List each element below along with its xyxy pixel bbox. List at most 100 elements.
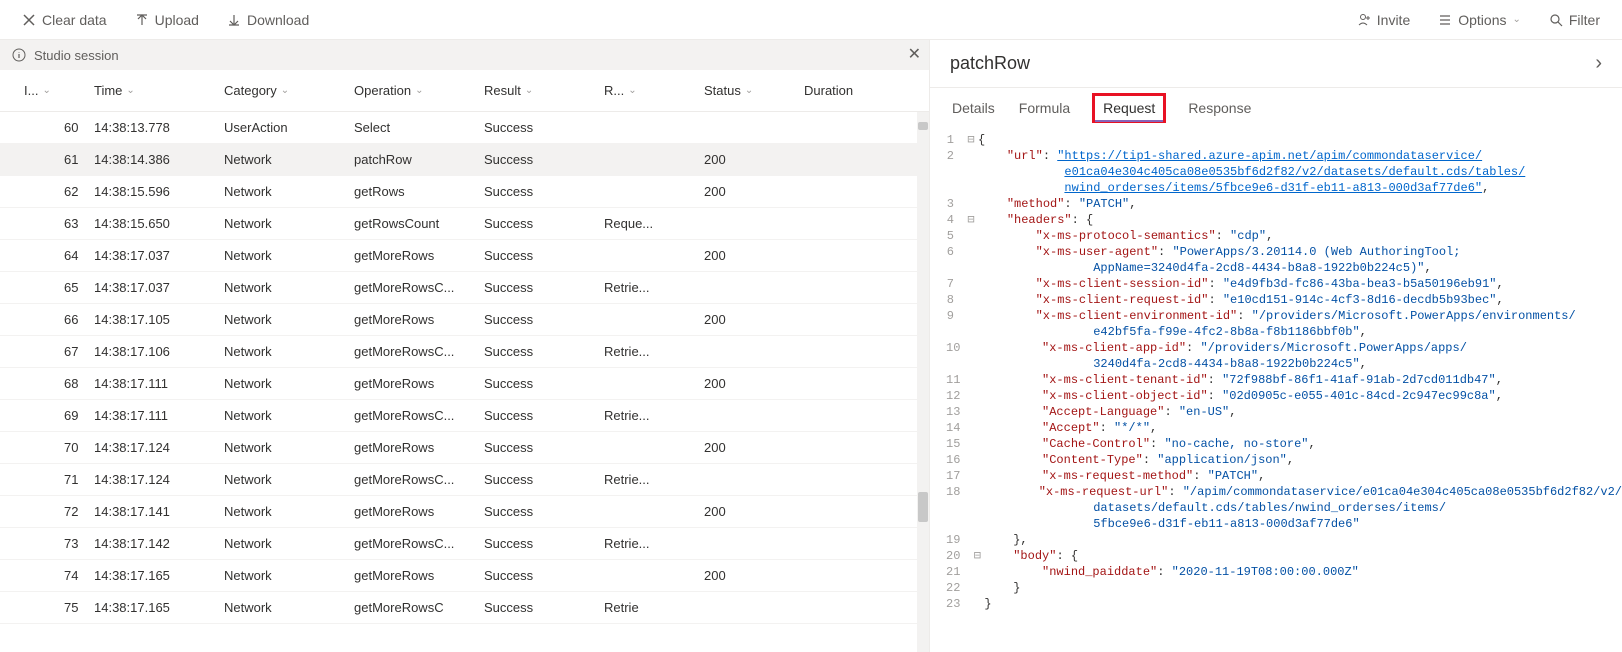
upload-icon	[135, 13, 149, 27]
detail-tabs: Details Formula Request Response	[930, 88, 1622, 128]
cell: 62	[24, 184, 94, 199]
code-line: 10 "x-ms-client-app-id": "/providers/Mic…	[930, 340, 1622, 356]
table-row[interactable]: 6214:38:15.596NetworkgetRowsSuccess200	[0, 176, 929, 208]
table-row[interactable]: 6014:38:13.778UserActionSelectSuccess	[0, 112, 929, 144]
scrollbar-thumb[interactable]	[918, 122, 928, 130]
table-row[interactable]: 6114:38:14.386NetworkpatchRowSuccess200	[0, 144, 929, 176]
upload-button[interactable]: Upload	[129, 8, 205, 32]
code-line: 3240d4fa-2cd8-4434-b8a8-1922b0b224c5",	[930, 356, 1622, 372]
cell: 14:38:17.037	[94, 280, 224, 295]
tab-request[interactable]: Request	[1092, 93, 1166, 123]
code-line: 5fbce9e6-d31f-eb11-a813-000d3af77de6"	[930, 516, 1622, 532]
cell: Network	[224, 376, 354, 391]
cell: 67	[24, 344, 94, 359]
table-row[interactable]: 6514:38:17.037NetworkgetMoreRowsC...Succ…	[0, 272, 929, 304]
cell: Network	[224, 280, 354, 295]
cell: getMoreRows	[354, 504, 484, 519]
column-status[interactable]: Status⌄	[704, 83, 804, 98]
tab-formula[interactable]: Formula	[1017, 92, 1072, 124]
cell: 60	[24, 120, 94, 135]
cell: Network	[224, 536, 354, 551]
cell: Retrie...	[604, 472, 704, 487]
code-line: 15 "Cache-Control": "no-cache, no-store"…	[930, 436, 1622, 452]
code-line: 5 "x-ms-protocol-semantics": "cdp",	[930, 228, 1622, 244]
table-row[interactable]: 7014:38:17.124NetworkgetMoreRowsSuccess2…	[0, 432, 929, 464]
cell: 14:38:17.111	[94, 408, 224, 423]
cell: 200	[704, 248, 804, 263]
cell: Success	[484, 472, 604, 487]
code-line: 7 "x-ms-client-session-id": "e4d9fb3d-fc…	[930, 276, 1622, 292]
download-button[interactable]: Download	[221, 8, 315, 32]
chevron-down-icon: ⌄	[628, 85, 636, 96]
cell: 61	[24, 152, 94, 167]
invite-button[interactable]: Invite	[1351, 8, 1416, 32]
clear-data-button[interactable]: Clear data	[16, 8, 113, 32]
cell: Network	[224, 472, 354, 487]
cell: Network	[224, 344, 354, 359]
table-row[interactable]: 6714:38:17.106NetworkgetMoreRowsC...Succ…	[0, 336, 929, 368]
chevron-down-icon: ⌄	[126, 85, 134, 96]
cell: getMoreRowsC...	[354, 536, 484, 551]
cell: 200	[704, 440, 804, 455]
code-line: 4⊟ "headers": {	[930, 212, 1622, 228]
cell: getMoreRowsC	[354, 600, 484, 615]
cell: 14:38:17.037	[94, 248, 224, 263]
cell: Retrie...	[604, 408, 704, 423]
cell: 14:38:15.650	[94, 216, 224, 231]
code-viewer[interactable]: 1⊟{2 "url": "https://tip1-shared.azure-a…	[930, 128, 1622, 652]
list-icon	[1438, 13, 1452, 27]
column-id[interactable]: I...⌄	[24, 83, 94, 98]
column-operation[interactable]: Operation⌄	[354, 83, 484, 98]
close-icon	[22, 13, 36, 27]
close-session-button[interactable]: ✕	[908, 44, 921, 64]
cell: Reque...	[604, 216, 704, 231]
table-row[interactable]: 6614:38:17.105NetworkgetMoreRowsSuccess2…	[0, 304, 929, 336]
table-row[interactable]: 7414:38:17.165NetworkgetMoreRowsSuccess2…	[0, 560, 929, 592]
code-line: AppName=3240d4fa-2cd8-4434-b8a8-1922b0b2…	[930, 260, 1622, 276]
cell: 63	[24, 216, 94, 231]
cell: getRows	[354, 184, 484, 199]
scrollbar-thumb[interactable]	[918, 492, 928, 522]
options-button[interactable]: Options ⌄	[1432, 8, 1527, 32]
cell: getRowsCount	[354, 216, 484, 231]
column-result[interactable]: Result⌄	[484, 83, 604, 98]
table-header: I...⌄ Time⌄ Category⌄ Operation⌄ Result⌄…	[0, 70, 929, 112]
table-row[interactable]: 7514:38:17.165NetworkgetMoreRowsCSuccess…	[0, 592, 929, 624]
code-line: 3 "method": "PATCH",	[930, 196, 1622, 212]
cell: 200	[704, 152, 804, 167]
cell: 200	[704, 184, 804, 199]
table-row[interactable]: 6914:38:17.111NetworkgetMoreRowsC...Succ…	[0, 400, 929, 432]
table-row[interactable]: 6414:38:17.037NetworkgetMoreRowsSuccess2…	[0, 240, 929, 272]
scrollbar-track[interactable]	[917, 112, 929, 652]
tab-details[interactable]: Details	[950, 92, 997, 124]
chevron-down-icon: ⌄	[281, 85, 289, 96]
table-row[interactable]: 6814:38:17.111NetworkgetMoreRowsSuccess2…	[0, 368, 929, 400]
column-duration[interactable]: Duration	[804, 83, 884, 98]
code-line: 18 "x-ms-request-url": "/apim/commondata…	[930, 484, 1622, 500]
table-row[interactable]: 7314:38:17.142NetworkgetMoreRowsC...Succ…	[0, 528, 929, 560]
session-label: Studio session	[34, 48, 119, 63]
cell: Success	[484, 280, 604, 295]
cell: 64	[24, 248, 94, 263]
code-line: 12 "x-ms-client-object-id": "02d0905c-e0…	[930, 388, 1622, 404]
cell: 65	[24, 280, 94, 295]
tab-response[interactable]: Response	[1186, 92, 1253, 124]
column-category[interactable]: Category⌄	[224, 83, 354, 98]
cell: 14:38:17.106	[94, 344, 224, 359]
cell: 14:38:17.105	[94, 312, 224, 327]
column-reason[interactable]: R...⌄	[604, 83, 704, 98]
code-line: 16 "Content-Type": "application/json",	[930, 452, 1622, 468]
table-row[interactable]: 7214:38:17.141NetworkgetMoreRowsSuccess2…	[0, 496, 929, 528]
events-pane: Studio session ✕ I...⌄ Time⌄ Category⌄ O…	[0, 40, 930, 652]
cell: patchRow	[354, 152, 484, 167]
cell: 69	[24, 408, 94, 423]
column-time[interactable]: Time⌄	[94, 83, 224, 98]
chevron-right-icon[interactable]: ›	[1595, 52, 1602, 75]
filter-button[interactable]: Filter	[1543, 8, 1606, 32]
table-row[interactable]: 6314:38:15.650NetworkgetRowsCountSuccess…	[0, 208, 929, 240]
code-line: 1⊟{	[930, 132, 1622, 148]
cell: 14:38:17.141	[94, 504, 224, 519]
code-line: 21 "nwind_paiddate": "2020-11-19T08:00:0…	[930, 564, 1622, 580]
table-row[interactable]: 7114:38:17.124NetworkgetMoreRowsC...Succ…	[0, 464, 929, 496]
cell: Network	[224, 408, 354, 423]
